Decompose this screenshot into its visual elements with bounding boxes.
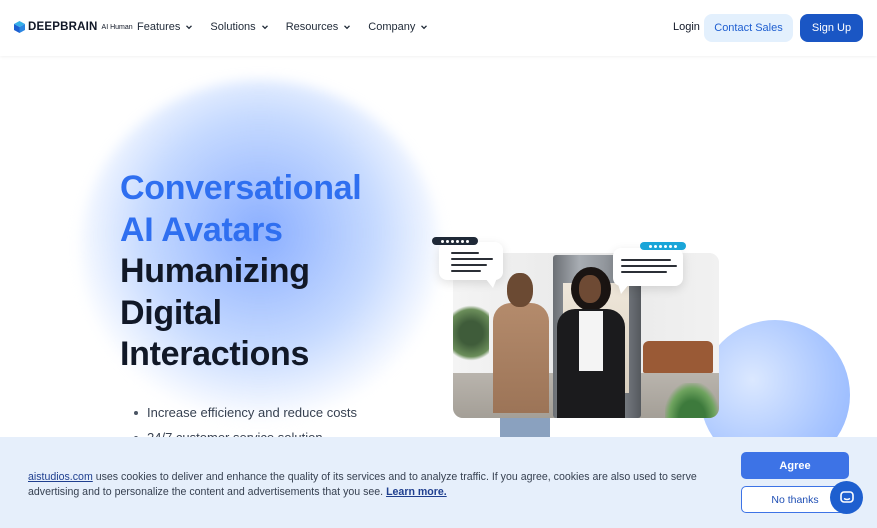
plant-right xyxy=(665,383,719,418)
chat-launcher-button[interactable] xyxy=(830,481,863,514)
sign-up-button[interactable]: Sign Up xyxy=(800,14,863,42)
bubble-line xyxy=(621,259,671,261)
hero-title-line: Digital xyxy=(120,293,222,332)
speech-bubble-left xyxy=(439,242,503,280)
nav-label: Company xyxy=(368,21,416,33)
customer-head xyxy=(507,273,533,307)
bubble-line xyxy=(451,258,493,260)
bubble-line xyxy=(621,265,677,267)
site-link[interactable]: aistudios.com xyxy=(28,471,93,483)
speech-bubble-tail xyxy=(618,284,629,294)
nav-label: Solutions xyxy=(210,21,256,33)
cookie-text: uses cookies to deliver and enhance the … xyxy=(28,471,697,498)
hero-title-line: Conversational xyxy=(120,169,362,207)
bubble-line xyxy=(621,271,667,273)
hero-title-line: Humanizing xyxy=(120,252,310,290)
deepbrain-cube-icon xyxy=(14,21,25,33)
ai-avatar-figure xyxy=(557,267,625,418)
logo-subtext: AI Human xyxy=(101,23,133,31)
audio-wave-icon xyxy=(432,237,478,245)
audio-wave-icon xyxy=(640,242,686,250)
contact-sales-button[interactable]: Contact Sales xyxy=(704,14,793,42)
bubble-line xyxy=(451,252,479,254)
cookie-message: aistudios.com uses cookies to deliver an… xyxy=(28,470,718,499)
customer-figure xyxy=(493,273,549,418)
avatar-shirt xyxy=(579,311,603,371)
chevron-down-icon xyxy=(344,25,351,30)
bubble-line xyxy=(451,264,487,266)
chevron-down-icon xyxy=(261,25,268,30)
list-item: Increase efficiency and reduce costs xyxy=(134,400,357,425)
nav-label: Features xyxy=(137,21,181,33)
speech-bubble-right xyxy=(613,248,683,286)
chevron-down-icon xyxy=(421,25,428,30)
cookie-banner: aistudios.com uses cookies to deliver an… xyxy=(0,437,877,528)
chat-bubble-icon xyxy=(839,490,854,503)
logo[interactable]: DEEPBRAIN AI Human xyxy=(14,21,133,33)
login-link[interactable]: Login xyxy=(673,21,700,33)
customer-body xyxy=(493,303,549,413)
site-header: DEEPBRAIN AI Human Features Solutions Re… xyxy=(0,0,877,56)
bullet-text: Increase efficiency and reduce costs xyxy=(147,405,358,420)
logo-text: DEEPBRAIN xyxy=(28,21,98,33)
main-nav: Features Solutions Resources Company xyxy=(137,21,445,33)
nav-company[interactable]: Company xyxy=(368,21,428,33)
chevron-down-icon xyxy=(186,25,193,30)
speech-bubble-tail xyxy=(485,278,497,288)
nav-solutions[interactable]: Solutions xyxy=(210,21,268,33)
bullet-dot xyxy=(134,410,138,415)
agree-button[interactable]: Agree xyxy=(741,452,849,479)
bubble-line xyxy=(451,270,481,272)
nav-label: Resources xyxy=(285,21,339,33)
nav-resources[interactable]: Resources xyxy=(286,21,352,33)
avatar-face xyxy=(579,275,601,303)
nav-features[interactable]: Features xyxy=(137,21,193,33)
sofa xyxy=(643,341,713,373)
hero-title: Conversational AI Avatars Humanizing Dig… xyxy=(120,168,362,376)
plant-left xyxy=(453,298,489,368)
learn-more-link[interactable]: Learn more. xyxy=(386,486,447,498)
hero-title-line: AI Avatars xyxy=(120,210,283,249)
hero-title-line: Interactions xyxy=(120,335,310,373)
